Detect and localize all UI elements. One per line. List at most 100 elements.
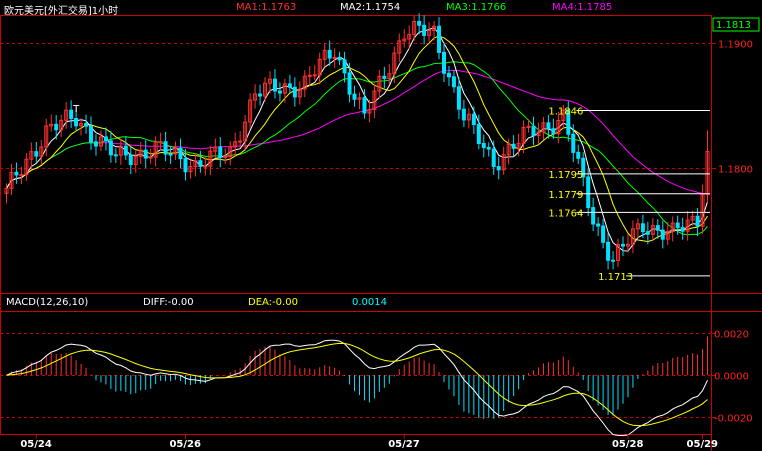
candle-body <box>680 227 685 232</box>
annotation-label: T <box>72 104 80 115</box>
candle-body <box>143 149 148 159</box>
candle-body <box>531 125 536 137</box>
candle-body <box>14 171 19 176</box>
candle-body <box>496 166 501 171</box>
candle-body <box>307 74 312 77</box>
candle-body <box>223 155 228 158</box>
price-annotations: T 1.1846 1.1795 1.1779 1.1764 1.1713 <box>72 104 710 283</box>
candle-body <box>606 241 611 261</box>
candle-body <box>640 223 645 233</box>
candle-body <box>571 133 576 153</box>
candle-body <box>332 56 337 59</box>
candle-body <box>203 165 208 168</box>
candle-body <box>277 90 282 94</box>
ma1-value: MA1:1.1763 <box>236 2 297 13</box>
candle-body <box>576 151 581 159</box>
candle-body <box>382 75 387 79</box>
macd-histogram <box>10 336 709 420</box>
candle-body <box>54 123 59 131</box>
candle-body <box>591 207 596 225</box>
ma4-path <box>6 69 708 194</box>
candle-body <box>74 117 79 127</box>
price-tick-label: 1.1900 <box>718 40 753 51</box>
candle-body <box>238 140 243 143</box>
candle-body <box>163 141 168 155</box>
candle-body <box>258 93 263 97</box>
candle-body <box>551 128 556 135</box>
candle-body <box>183 158 188 173</box>
candle-body <box>417 20 422 26</box>
candle-body <box>471 113 476 126</box>
time-tick-label: 05/29 <box>687 439 719 450</box>
time-tick-label: 05/24 <box>20 439 52 450</box>
candle-body <box>675 222 680 229</box>
candle-body <box>103 136 108 142</box>
chart-title: 欧元美元[外汇交易]1小时 <box>4 6 119 17</box>
candle-body <box>84 123 89 127</box>
candle-body <box>218 146 223 158</box>
candle-body <box>655 225 660 231</box>
annotation-label: 1.1779 <box>548 190 583 201</box>
candle-body <box>128 154 133 165</box>
candle-body <box>347 72 352 95</box>
candle-body <box>158 141 163 144</box>
candle-body <box>93 141 98 147</box>
ma3-value: MA3:1.1766 <box>446 2 507 13</box>
candle-body <box>437 25 442 53</box>
candle-body <box>611 259 616 262</box>
candle-body <box>446 72 451 78</box>
candle-body <box>442 51 447 74</box>
macd-lines <box>6 339 708 437</box>
current-price-label: 1.1813 <box>716 20 751 31</box>
candle-body <box>695 215 700 227</box>
time-tick-label: 05/27 <box>388 439 420 450</box>
candle-body <box>461 108 466 121</box>
dea-line <box>6 342 708 427</box>
macd-name: MACD(12,26,10) <box>6 297 89 308</box>
candle-body <box>586 176 591 209</box>
candle-body <box>620 243 625 247</box>
price-tick-label: 1.1800 <box>718 165 753 176</box>
macd-diff: DIFF:-0.00 <box>143 297 194 308</box>
ma2-value: MA2:1.1754 <box>340 2 401 13</box>
candle-body <box>312 74 317 77</box>
candle-body <box>456 86 461 110</box>
candle-body <box>601 225 606 243</box>
annotation-label: 1.1713 <box>598 272 633 283</box>
candle-body <box>342 59 347 74</box>
annotation-label: 1.1764 <box>548 208 583 219</box>
time-tick-label: 05/26 <box>169 439 201 450</box>
candle-body <box>451 76 456 88</box>
forex-chart[interactable]: T 1.18461.17951.17791.17641.1713 1.19001.… <box>0 0 762 451</box>
candle-body <box>476 124 481 144</box>
candle-body <box>19 174 24 177</box>
candle-body <box>491 148 496 168</box>
candle-body <box>362 97 367 114</box>
candle-body <box>546 122 551 130</box>
candle-body <box>596 223 601 227</box>
candle-body <box>272 78 277 92</box>
macd-tick-label: 0.0020 <box>714 330 749 341</box>
candle-body <box>89 125 94 143</box>
candle-body <box>645 231 650 235</box>
candle-body <box>422 24 427 36</box>
annotation-label: 1.1795 <box>548 170 583 181</box>
candle-body <box>337 56 342 61</box>
time-tick-label: 05/28 <box>612 439 644 450</box>
candle-body <box>178 147 183 160</box>
candle-body <box>481 142 486 149</box>
candle-body <box>113 154 118 157</box>
macd-tick-label: -0.0020 <box>714 414 753 425</box>
macd-dea: DEA:-0.00 <box>248 297 298 308</box>
candle-body <box>352 93 357 100</box>
macd-value: 0.0014 <box>352 297 387 308</box>
candle-body <box>168 153 173 156</box>
candle-body <box>198 160 203 167</box>
price-axis: 1.1900 1.1800 1.1813 0.0020 0.0000 -0.0020 <box>711 17 760 425</box>
macd-tick-label: 0.0000 <box>714 372 749 383</box>
annotation-label: 1.1846 <box>548 106 583 117</box>
ma4-line <box>6 69 708 194</box>
candle-body <box>327 49 332 59</box>
candle-body <box>34 151 39 157</box>
time-axis: 05/24 05/26 05/27 05/28 05/29 <box>20 434 718 450</box>
